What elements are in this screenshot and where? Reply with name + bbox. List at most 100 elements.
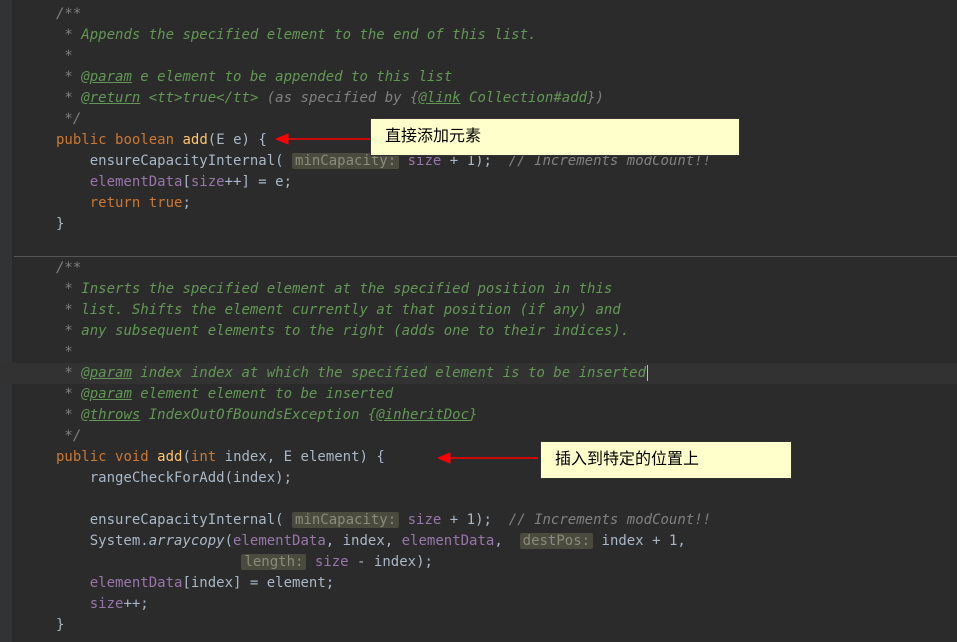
keyword: public: [56, 132, 107, 148]
code-line[interactable]: *: [0, 46, 957, 67]
code-line[interactable]: elementData[size++] = e;: [0, 172, 957, 193]
comment: *: [56, 27, 81, 43]
comment: *: [56, 365, 81, 381]
arrow-icon: [438, 450, 538, 466]
comment: *: [56, 48, 73, 64]
comment-end: */: [56, 111, 81, 127]
comment: }): [587, 90, 604, 106]
doc-tag: @return: [81, 90, 140, 106]
doc-text: Inserts the specified element at the spe…: [81, 281, 612, 297]
type: E: [216, 132, 224, 148]
doc-tag: @inheritDoc: [376, 407, 469, 423]
field: elementData: [90, 575, 183, 591]
code-line[interactable]: [0, 489, 957, 510]
method-call: arraycopy: [149, 533, 225, 549]
param-hint: length:: [241, 554, 306, 570]
code-line[interactable]: size++;: [0, 594, 957, 615]
param: e: [233, 132, 241, 148]
keyword: boolean: [115, 132, 174, 148]
brace: }: [56, 617, 64, 633]
arrow-icon: [276, 131, 370, 147]
code-editor[interactable]: /** * Appends the specified element to t…: [0, 0, 957, 636]
comment: (as specified by {: [267, 90, 419, 106]
keyword: public: [56, 449, 107, 465]
method-name: add: [182, 132, 207, 148]
doc-text: Collection#add: [461, 90, 587, 106]
doc-text: <tt>true</tt>: [140, 90, 266, 106]
code-line[interactable]: length: size - index);: [0, 552, 957, 573]
annotation-callout-2: 插入到特定的位置上: [540, 441, 792, 479]
type: E: [284, 449, 292, 465]
comment-start: /**: [56, 6, 81, 22]
method-call: ensureCapacityInternal: [90, 153, 275, 169]
code-line[interactable]: }: [0, 615, 957, 636]
comment-start: /**: [56, 260, 81, 276]
doc-text: Appends the specified element to the end…: [81, 27, 536, 43]
code-line[interactable]: * @param element element to be inserted: [0, 384, 957, 405]
keyword: true: [149, 195, 183, 211]
code-line[interactable]: * list. Shifts the element currently at …: [0, 300, 957, 321]
code-line[interactable]: * @return <tt>true</tt> (as specified by…: [0, 88, 957, 109]
comment: *: [56, 302, 81, 318]
field: elementData: [233, 533, 326, 549]
keyword: void: [115, 449, 149, 465]
code-line-caret[interactable]: * @param index index at which the specif…: [0, 363, 957, 384]
field: size: [90, 596, 124, 612]
doc-tag: @param: [81, 69, 132, 85]
method-separator: [14, 256, 957, 257]
field: elementData: [402, 533, 495, 549]
keyword: return: [90, 195, 141, 211]
field: size: [408, 512, 442, 528]
param: element: [301, 449, 360, 465]
doc-text: any subsequent elements to the right (ad…: [81, 323, 629, 339]
field: size: [315, 554, 349, 570]
code-line[interactable]: return true;: [0, 193, 957, 214]
field: elementData: [90, 174, 183, 190]
method-call: ensureCapacityInternal: [90, 512, 275, 528]
doc-tag: @throws: [81, 407, 140, 423]
doc-text: element element to be inserted: [132, 386, 393, 402]
code-line[interactable]: /**: [0, 4, 957, 25]
comment: *: [56, 90, 81, 106]
code-line[interactable]: * @param e element to be appended to thi…: [0, 67, 957, 88]
line-comment: // Increments modCount!!: [509, 512, 711, 528]
param: index: [225, 449, 267, 465]
doc-tag: @link: [418, 90, 460, 106]
method-name: add: [157, 449, 182, 465]
text-cursor: [647, 365, 648, 381]
identifier: index: [191, 575, 233, 591]
comment: *: [56, 281, 81, 297]
comment: *: [56, 323, 81, 339]
code-line[interactable]: /**: [0, 258, 957, 279]
comment: *: [56, 344, 73, 360]
class-ref: System: [90, 533, 141, 549]
code-line[interactable]: elementData[index] = element;: [0, 573, 957, 594]
code-line[interactable]: */: [0, 426, 957, 447]
doc-text: IndexOutOfBoundsException {: [140, 407, 376, 423]
code-line[interactable]: * Inserts the specified element at the s…: [0, 279, 957, 300]
code-line[interactable]: * @throws IndexOutOfBoundsException {@in…: [0, 405, 957, 426]
code-line[interactable]: ensureCapacityInternal( minCapacity: siz…: [0, 510, 957, 531]
code-line[interactable]: }: [0, 214, 957, 235]
annotation-text: 直接添加元素: [385, 128, 481, 145]
comment: *: [56, 69, 81, 85]
doc-text: e element to be appended to this list: [132, 69, 452, 85]
doc-text: index index at which the specified eleme…: [132, 365, 646, 381]
number: 1: [467, 512, 475, 528]
doc-text: list. Shifts the element currently at th…: [81, 302, 620, 318]
field: size: [191, 174, 225, 190]
code-line[interactable]: System.arraycopy(elementData, index, ele…: [0, 531, 957, 552]
comment: *: [56, 386, 81, 402]
code-line[interactable]: *: [0, 342, 957, 363]
identifier: index: [602, 533, 644, 549]
annotation-callout-1: 直接添加元素: [370, 118, 740, 156]
code-line[interactable]: [0, 235, 957, 256]
code-line[interactable]: rangeCheckForAdd(index);: [0, 468, 957, 489]
identifier: index: [343, 533, 385, 549]
identifier: index: [233, 470, 275, 486]
annotation-text: 插入到特定的位置上: [555, 451, 699, 468]
method-call: rangeCheckForAdd: [90, 470, 225, 486]
comment-end: */: [56, 428, 81, 444]
code-line[interactable]: * Appends the specified element to the e…: [0, 25, 957, 46]
code-line[interactable]: * any subsequent elements to the right (…: [0, 321, 957, 342]
